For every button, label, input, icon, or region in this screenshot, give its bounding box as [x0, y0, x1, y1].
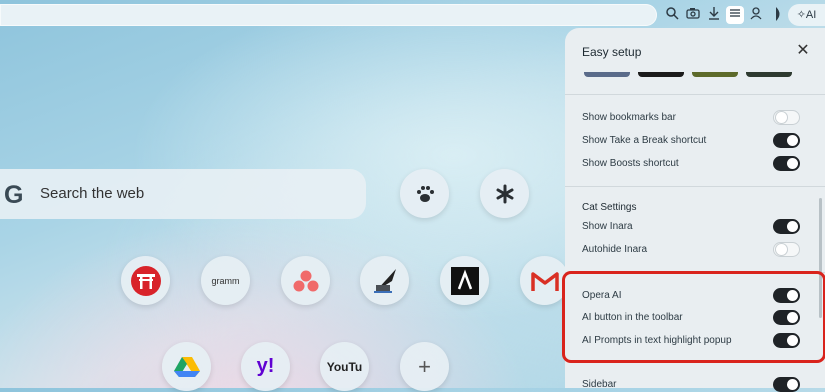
speed-dial-asana[interactable]	[281, 256, 330, 305]
speed-dial-label: y!	[256, 355, 275, 377]
autohide-inara-label: Autohide Inara	[582, 244, 648, 255]
boosts-shortcut[interactable]	[480, 169, 529, 218]
search-box[interactable]: G Search the web	[0, 169, 366, 219]
panel-title: Easy setup	[582, 45, 642, 59]
camera-icon[interactable]	[684, 6, 702, 24]
show-bookmarks-bar-toggle[interactable]	[773, 110, 800, 125]
ai-toolbar-button[interactable]: ✧AI	[788, 4, 825, 26]
pet-shortcut[interactable]	[400, 169, 449, 218]
speed-dial-yahoo[interactable]: y!	[241, 342, 290, 391]
search-icon[interactable]	[663, 6, 681, 24]
plus-icon: +	[418, 353, 431, 379]
address-bar[interactable]	[0, 4, 657, 26]
wallpaper-thumbnail[interactable]	[692, 72, 738, 77]
speed-dial-drive[interactable]	[162, 342, 211, 391]
paw-icon	[416, 185, 434, 202]
drive-icon	[173, 356, 200, 377]
wallpaper-thumbnail[interactable]	[584, 72, 630, 77]
asterisk-icon	[496, 184, 513, 203]
speed-dial-arc[interactable]	[440, 256, 489, 305]
show-inara-label: Show Inara	[582, 221, 633, 232]
speed-dial-torii[interactable]	[121, 256, 170, 305]
search-placeholder: Search the web	[40, 185, 145, 202]
close-icon[interactable]: ✕	[794, 42, 812, 60]
account-icon[interactable]	[747, 6, 765, 24]
sidebar-heading: Sidebar	[582, 379, 617, 390]
wallpaper-thumbnail[interactable]	[746, 72, 792, 77]
wallpaper-thumbnail[interactable]	[638, 72, 684, 77]
quill-icon	[373, 268, 396, 293]
speed-dial-youtube[interactable]: YouTu	[320, 342, 369, 391]
torii-icon	[130, 265, 161, 296]
show-take-a-break-toggle[interactable]	[773, 133, 800, 148]
search-engine-logo: G	[4, 181, 24, 209]
show-bookmarks-bar-label: Show bookmarks bar	[582, 112, 676, 123]
sidebar-toggle[interactable]	[773, 377, 800, 392]
show-inara-toggle[interactable]	[773, 219, 800, 234]
asana-icon	[293, 270, 318, 291]
divider	[565, 186, 825, 187]
show-take-a-break-label: Show Take a Break shortcut	[582, 135, 707, 146]
download-icon[interactable]	[705, 6, 723, 24]
speed-dial-label: YouTu	[326, 359, 363, 374]
add-speed-dial-button[interactable]: +	[400, 342, 449, 391]
speed-dial-label: gramm	[211, 275, 240, 286]
sidebar-icon[interactable]	[770, 6, 788, 24]
browser-toolbar: ✧AI	[0, 0, 825, 30]
speed-dial-grammarly[interactable]: gramm	[201, 256, 250, 305]
arc-logo-icon	[450, 266, 479, 295]
ai-button-label: AI	[805, 9, 817, 21]
show-boosts-toggle[interactable]	[773, 156, 800, 171]
highlight-box	[562, 271, 825, 363]
cat-settings-heading: Cat Settings	[582, 202, 637, 213]
gmail-icon	[530, 271, 559, 291]
show-boosts-label: Show Boosts shortcut	[582, 158, 679, 169]
autohide-inara-toggle[interactable]	[773, 242, 800, 257]
speed-dial-ink[interactable]	[360, 256, 409, 305]
sparkle-icon: ✧	[796, 9, 806, 21]
easy-setup-icon[interactable]	[726, 6, 744, 24]
wallpaper-thumbnails	[582, 72, 802, 78]
divider	[565, 94, 825, 95]
